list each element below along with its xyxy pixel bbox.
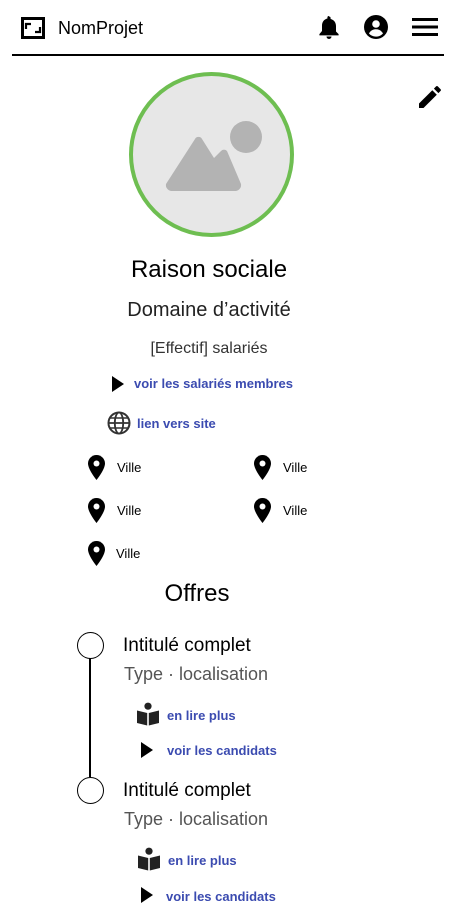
offer-subtitle: Type · localisation [124, 664, 269, 684]
offer-subtitle: Type · localisation [124, 809, 269, 829]
company-name: Raison sociale [130, 256, 288, 283]
brand-name[interactable]: NomProjet [58, 18, 143, 39]
app-logo-icon[interactable] [21, 17, 45, 39]
see-members-link[interactable]: voir les salariés membres [134, 376, 293, 391]
edit-icon[interactable] [417, 84, 443, 110]
offer-title[interactable]: Intitulé complet [123, 780, 251, 802]
play-arrow-icon [112, 376, 124, 392]
location-pin-icon [88, 455, 105, 480]
activity-domain: Domaine d’activité [127, 299, 291, 321]
location-pin-icon [88, 541, 105, 566]
timeline-node [77, 632, 104, 659]
top-app-bar: NomProjet [12, 0, 444, 56]
offers-section-title: Offres [164, 580, 230, 607]
read-more-link[interactable]: en lire plus [168, 853, 237, 868]
image-placeholder-icon [165, 121, 262, 191]
company-profile-page: NomProjet Raison sociale Domaine d’activ… [0, 0, 460, 920]
account-icon[interactable] [364, 15, 388, 39]
city-label: Ville [283, 503, 308, 518]
book-reader-icon [138, 847, 160, 871]
city-label: Ville [283, 460, 308, 475]
city-label: Ville [117, 460, 142, 475]
see-candidates-link[interactable]: voir les candidats [167, 743, 277, 758]
staff-count: [Effectif] salariés [150, 340, 268, 357]
play-arrow-icon [141, 887, 153, 903]
offer-title[interactable]: Intitulé complet [123, 635, 251, 657]
location-pin-icon [88, 498, 105, 523]
website-link[interactable]: lien vers site [137, 416, 216, 431]
location-pin-icon [254, 455, 271, 480]
company-logo-avatar[interactable] [129, 72, 294, 237]
menu-icon[interactable] [412, 17, 438, 37]
bell-icon[interactable] [317, 14, 341, 40]
globe-icon [107, 411, 131, 435]
city-label: Ville [117, 503, 142, 518]
play-arrow-icon [141, 742, 153, 758]
timeline-line [89, 658, 91, 777]
read-more-link[interactable]: en lire plus [167, 708, 236, 723]
see-candidates-link[interactable]: voir les candidats [166, 889, 276, 904]
city-label: Ville [116, 546, 141, 561]
timeline-node [77, 777, 104, 804]
location-pin-icon [254, 498, 271, 523]
book-reader-icon [137, 702, 159, 726]
